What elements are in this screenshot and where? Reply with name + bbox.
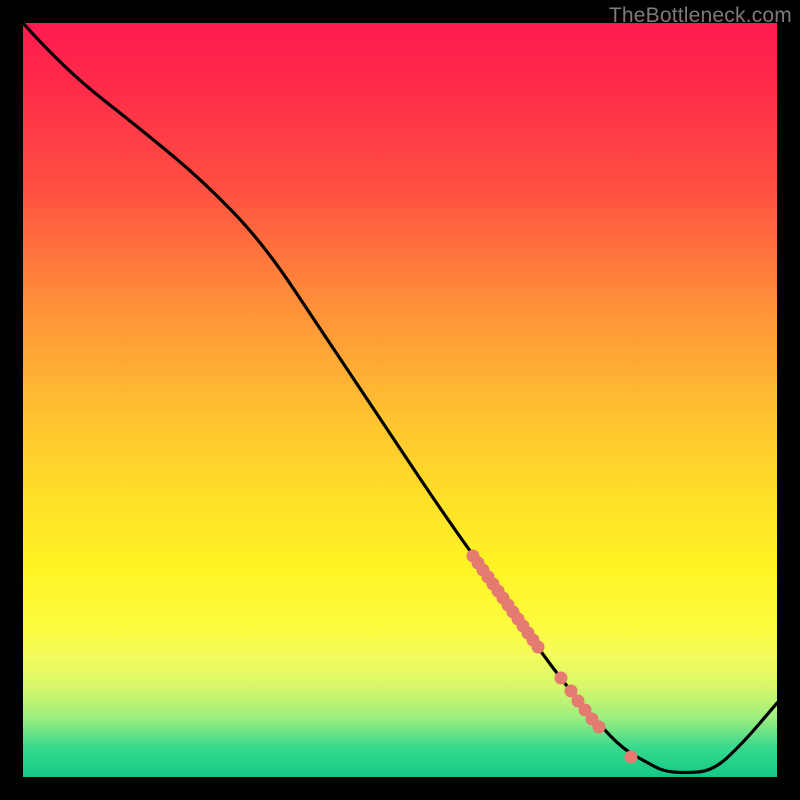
marker-dot [625,751,638,764]
chart-svg [23,23,777,777]
plot-area [23,23,777,777]
marker-dot [532,641,545,654]
highlighted-segment [467,550,638,764]
main-curve [23,23,777,773]
marker-dot [593,721,606,734]
marker-dot [555,672,568,685]
watermark-text: TheBottleneck.com [609,4,792,28]
chart-frame: TheBottleneck.com [0,0,800,800]
